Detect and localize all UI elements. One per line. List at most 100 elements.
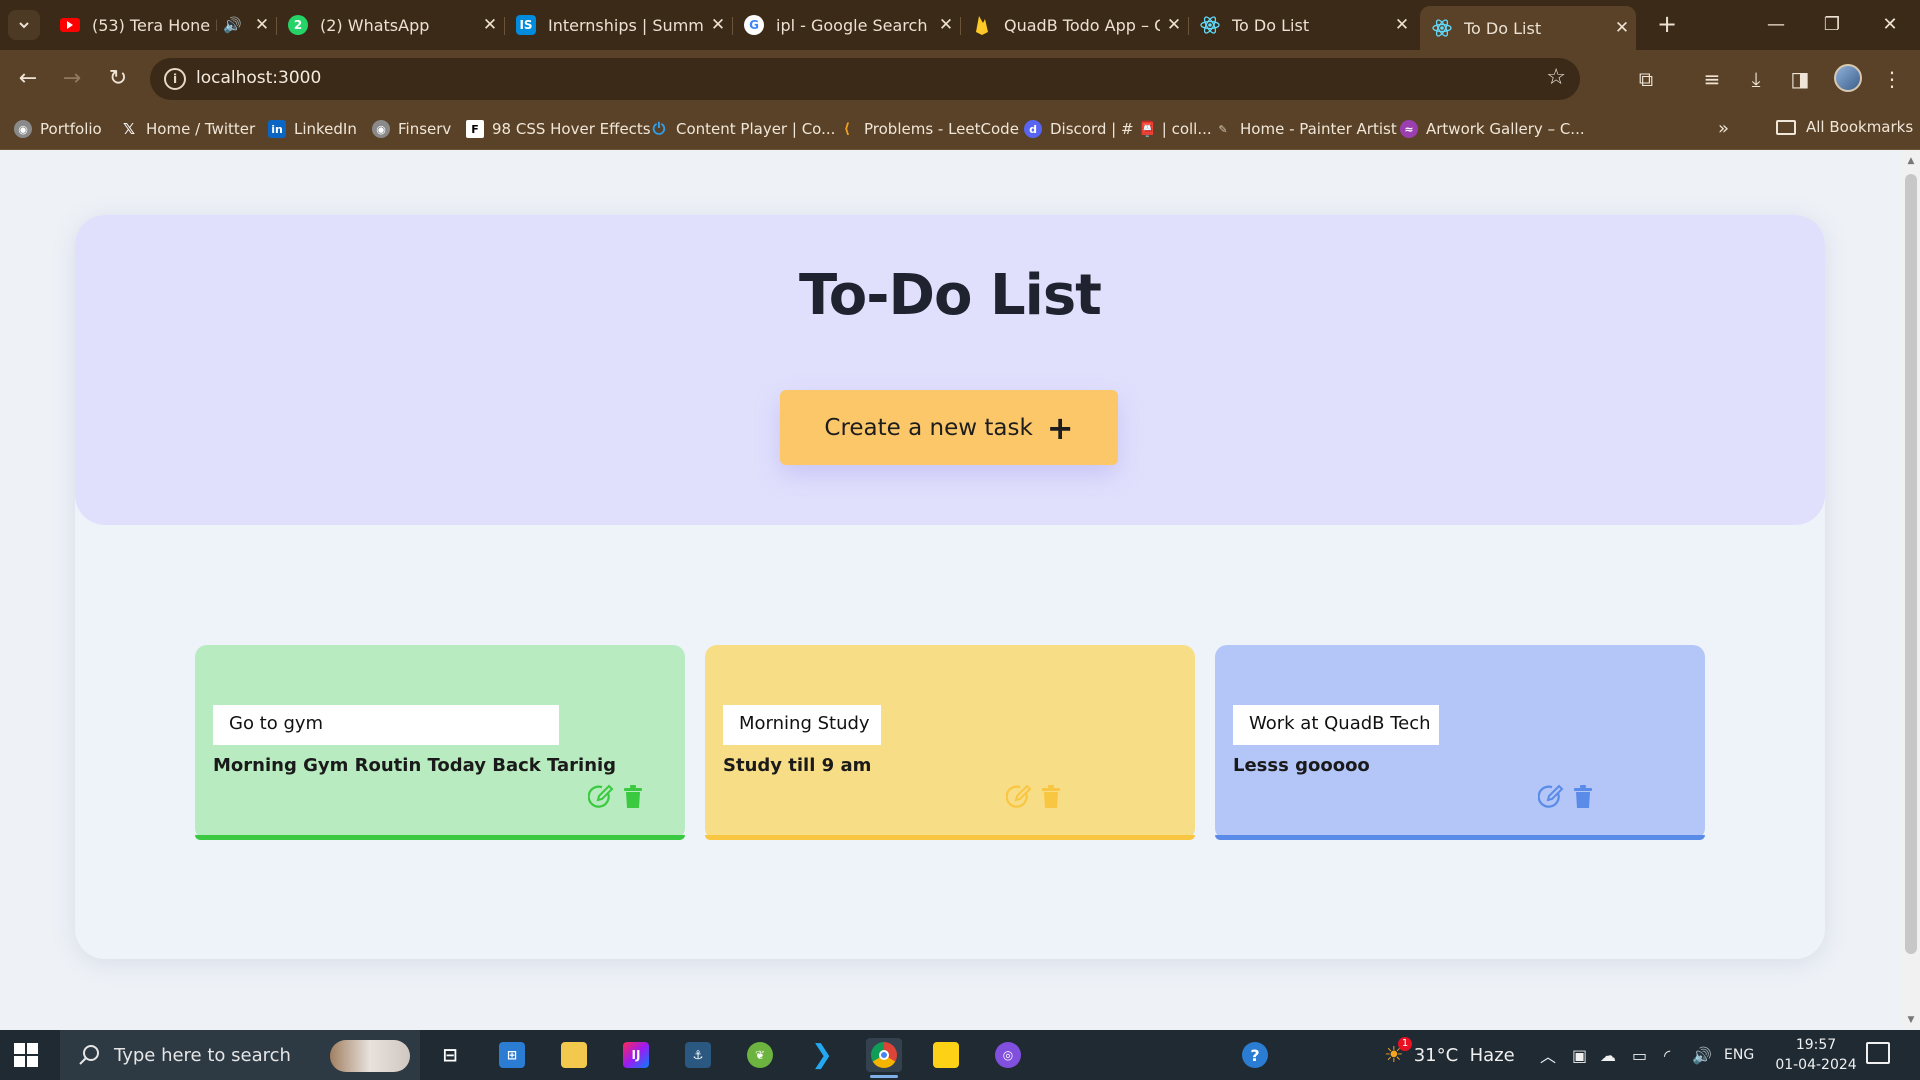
task-title: Go to gym [213,705,559,745]
speaker-icon[interactable]: 🔊 [223,16,242,34]
bookmark-label: Finserv [398,120,452,138]
tab-search-button[interactable] [8,10,40,40]
microsoft-store-icon[interactable]: ⊞ [494,1038,530,1072]
bookmark-finserv[interactable]: ◉ Finserv [372,118,451,140]
menu-icon[interactable]: ⋮ [1876,63,1908,95]
all-bookmarks-button[interactable]: All Bookmarks [1776,118,1913,136]
close-tab-icon[interactable]: ✕ [476,15,504,35]
bookmark-leetcode[interactable]: ⟨ Problems - LeetCode [838,118,1019,140]
tab-title: (53) Tera Hone La [92,15,217,35]
whatsapp-icon: 2 [288,15,308,35]
more-bookmarks-icon[interactable]: » [1718,118,1729,139]
weather-widget[interactable]: ☀ 1 31°C Haze [1384,1030,1515,1080]
bookmark-painter[interactable]: ✎ Home - Painter Artist [1214,118,1396,140]
vscode-glyph: ❯ [811,1040,833,1070]
delete-icon[interactable] [1569,783,1597,811]
vscode-icon[interactable]: ❯ [804,1038,840,1072]
side-panel-icon[interactable]: ◨ [1784,63,1816,95]
sticky-notes-icon[interactable] [928,1038,964,1072]
delete-icon[interactable] [1037,783,1065,811]
delete-icon[interactable] [619,783,647,811]
github-desktop-icon[interactable]: ◎ [990,1038,1026,1072]
page-scrollbar[interactable]: ▲ ▼ [1902,150,1920,1029]
bookmark-label: Content Player | Co... [676,120,836,138]
wifi-icon[interactable]: ◜ [1664,1030,1670,1080]
create-task-label: Create a new task [824,414,1033,441]
scrollbar-thumb[interactable] [1905,174,1917,954]
windows-taskbar: Type here to search ⊟ ⊞ IJ ⚓ ❦ ❯ ◎ ? ☀ 1… [0,1030,1920,1080]
new-tab-button[interactable]: + [1652,10,1682,40]
chevron-down-icon [19,22,29,29]
scroll-up-icon[interactable]: ▲ [1906,156,1916,166]
taskbar-search-box[interactable]: Type here to search [60,1030,420,1080]
tab-todo-active[interactable]: To Do List ✕ [1420,6,1636,50]
edit-icon[interactable] [1537,783,1565,811]
close-tab-icon[interactable]: ✕ [248,15,276,35]
tab-youtube[interactable]: (53) Tera Hone La 🔊 ✕ [48,8,277,42]
tab-google[interactable]: G ipl - Google Search ✕ [732,8,961,42]
file-explorer-icon[interactable] [556,1038,592,1072]
forward-icon[interactable]: → [56,63,88,95]
bookmark-star-icon[interactable]: ☆ [1546,65,1566,90]
back-icon[interactable]: ← [12,63,44,95]
profile-avatar[interactable] [1834,64,1862,92]
store-glyph: ⊞ [499,1042,525,1068]
bookmark-label: LinkedIn [294,120,357,138]
todo-app-container: To-Do List Create a new task + Go to gym… [75,215,1825,959]
site-info-icon[interactable]: i [164,68,186,90]
minimize-icon[interactable]: — [1752,8,1800,42]
bookmark-portfolio[interactable]: ◉ Portfolio [14,118,102,140]
close-window-icon[interactable]: ✕ [1866,8,1914,42]
task-title: Work at QuadB Tech [1233,705,1439,745]
volume-icon[interactable]: 🔊 [1692,1030,1712,1080]
close-tab-icon[interactable]: ✕ [1608,18,1636,38]
tab-title: To Do List [1464,18,1542,38]
task-description: Morning Gym Routin Today Back Tarinig [213,755,617,776]
taskbar-clock[interactable]: 19:57 01-04-2024 [1774,1035,1858,1075]
tab-internships[interactable]: IS Internships | Summer ✕ [504,8,733,42]
scroll-down-icon[interactable]: ▼ [1906,1015,1916,1025]
close-tab-icon[interactable]: ✕ [704,15,732,35]
tray-overflow-icon[interactable]: ︿ [1540,1030,1556,1080]
windows-start-icon[interactable] [14,1043,38,1067]
battery-icon[interactable]: ▭ [1632,1030,1647,1080]
notifications-icon[interactable] [1866,1042,1890,1064]
task-description: Study till 9 am [723,755,872,776]
close-tab-icon[interactable]: ✕ [1388,15,1416,35]
create-task-button[interactable]: Create a new task + [780,390,1118,465]
task-accent-bar [705,835,1195,840]
restore-icon[interactable]: ❐ [1808,8,1856,42]
media-controls-icon[interactable]: ≡ [1696,63,1728,95]
firebase-icon [972,15,992,35]
tab-quadb-firebase[interactable]: QuadB Todo App – C ✕ [960,8,1189,42]
bookmark-content-player[interactable]: ⏻ Content Player | Co... [650,118,836,140]
task-view-icon[interactable]: ⊟ [432,1038,468,1072]
intellij-icon[interactable]: IJ [618,1038,654,1072]
f-icon: F [466,120,484,138]
onedrive-icon[interactable]: ☁ [1600,1030,1616,1080]
tray-meet-icon[interactable]: ▣ [1572,1030,1587,1080]
url-text[interactable]: localhost:3000 [196,68,321,88]
tab-whatsapp[interactable]: 2 (2) WhatsApp ✕ [276,8,505,42]
bookmark-label: 98 CSS Hover Effects [492,120,651,138]
bookmark-css-hover[interactable]: F 98 CSS Hover Effects [466,118,651,140]
bookmark-linkedin[interactable]: in LinkedIn [268,118,357,140]
help-icon[interactable]: ? [1242,1030,1268,1080]
download-icon[interactable]: ⤓ [1740,63,1772,95]
bookmark-artwork[interactable]: ≈ Artwork Gallery – C... [1400,118,1585,140]
edit-icon[interactable] [587,783,615,811]
language-indicator[interactable]: ENG [1724,1030,1754,1080]
spring-tool-icon[interactable]: ❦ [742,1038,778,1072]
reload-icon[interactable]: ↻ [102,63,134,95]
address-bar[interactable]: i localhost:3000 ☆ [150,58,1580,100]
tab-todo-1[interactable]: To Do List ✕ [1188,8,1416,42]
mysql-workbench-icon[interactable]: ⚓ [680,1038,716,1072]
bookmark-discord[interactable]: d Discord | # 📮 | coll... [1024,118,1212,140]
chrome-icon[interactable] [866,1038,902,1078]
close-tab-icon[interactable]: ✕ [932,15,960,35]
close-tab-icon[interactable]: ✕ [1160,15,1188,35]
edit-icon[interactable] [1005,783,1033,811]
bookmark-twitter[interactable]: 𝕏 Home / Twitter [120,118,255,140]
task-title: Morning Study [723,705,881,745]
extensions-icon[interactable]: ⧉ [1630,63,1662,95]
